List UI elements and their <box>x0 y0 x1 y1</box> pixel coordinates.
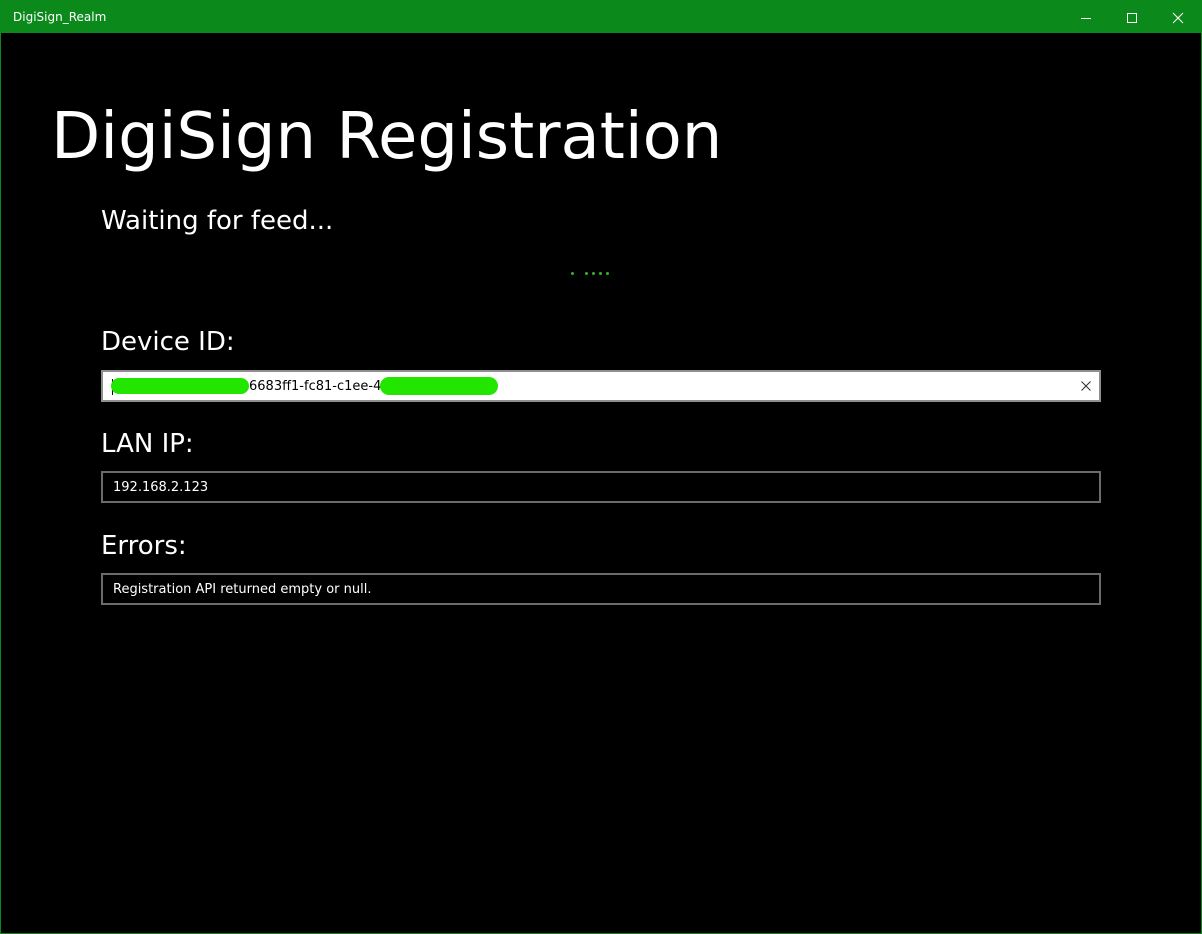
window-title: DigiSign_Realm <box>13 10 107 24</box>
app-window: DigiSign_Realm DigiSign Registration Wai… <box>0 0 1202 934</box>
progress-dot <box>571 272 574 275</box>
minimize-button[interactable] <box>1063 1 1109 33</box>
device-id-label: Device ID: <box>101 327 235 357</box>
errors-label: Errors: <box>101 531 187 561</box>
close-icon <box>1172 12 1184 24</box>
clear-x-icon <box>1081 381 1091 391</box>
lan-ip-field[interactable]: 192.168.2.123 <box>101 471 1101 503</box>
progress-dot <box>592 272 595 275</box>
progress-dots-icon <box>567 271 617 279</box>
redaction-mark <box>111 378 249 394</box>
maximize-button[interactable] <box>1109 1 1155 33</box>
device-id-input[interactable]: 6683ff1-fc81-c1ee-40 <box>101 370 1101 402</box>
lan-ip-label: LAN IP: <box>101 429 194 459</box>
close-button[interactable] <box>1155 1 1201 33</box>
maximize-icon <box>1127 13 1137 23</box>
page-title: DigiSign Registration <box>51 100 723 174</box>
minimize-icon <box>1081 18 1091 19</box>
title-bar: DigiSign_Realm <box>1 1 1201 33</box>
clear-button[interactable] <box>1075 376 1097 396</box>
progress-dot <box>606 272 609 275</box>
errors-field[interactable]: Registration API returned empty or null. <box>101 573 1101 605</box>
progress-dot <box>585 272 588 275</box>
errors-value: Registration API returned empty or null. <box>113 582 372 597</box>
redaction-mark <box>380 377 498 395</box>
progress-dot <box>599 272 602 275</box>
device-id-value: 6683ff1-fc81-c1ee-40 <box>249 379 390 394</box>
status-text: Waiting for feed... <box>101 206 334 236</box>
lan-ip-value: 192.168.2.123 <box>113 480 209 495</box>
